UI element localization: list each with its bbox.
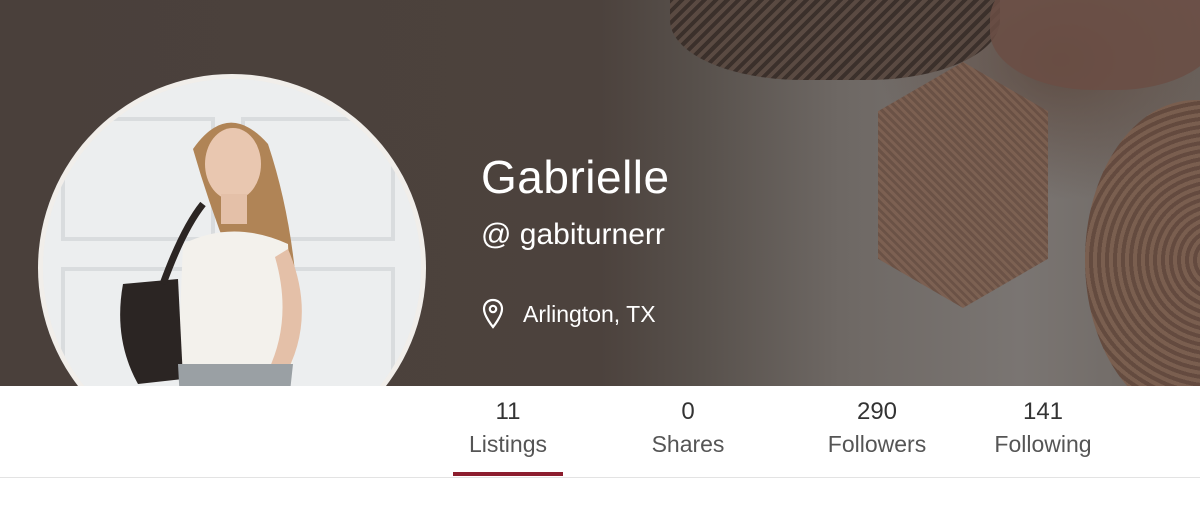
listings-label: Listings bbox=[469, 431, 547, 457]
profile-location: Arlington, TX bbox=[481, 298, 656, 330]
cover-decoration bbox=[878, 62, 1048, 308]
listings-count: 11 bbox=[495, 398, 521, 425]
followers-label: Followers bbox=[827, 431, 927, 457]
cover-decoration bbox=[670, 0, 1000, 80]
map-pin-icon bbox=[482, 298, 504, 329]
tab-followers[interactable]: 290 Followers bbox=[812, 398, 942, 462]
followers-count: 290 bbox=[856, 398, 898, 425]
profile-handle: @ gabiturnerr bbox=[481, 218, 665, 251]
location-text: Arlington, TX bbox=[523, 300, 656, 327]
shares-count: 0 bbox=[681, 398, 695, 425]
following-count: 141 bbox=[1022, 398, 1064, 425]
profile-name: Gabrielle bbox=[481, 151, 670, 203]
tab-following[interactable]: 141 Following bbox=[978, 398, 1108, 462]
cover-decoration bbox=[990, 0, 1200, 90]
tab-shares[interactable]: 0 Shares bbox=[638, 398, 738, 462]
profile-stats-bar: 11 Listings 0 Shares 290 Followers 141 F… bbox=[0, 386, 1200, 478]
tab-listings[interactable]: 11 Listings bbox=[458, 398, 558, 462]
following-label: Following bbox=[994, 431, 1092, 457]
shares-label: Shares bbox=[651, 431, 725, 457]
cover-decoration bbox=[1085, 100, 1200, 386]
